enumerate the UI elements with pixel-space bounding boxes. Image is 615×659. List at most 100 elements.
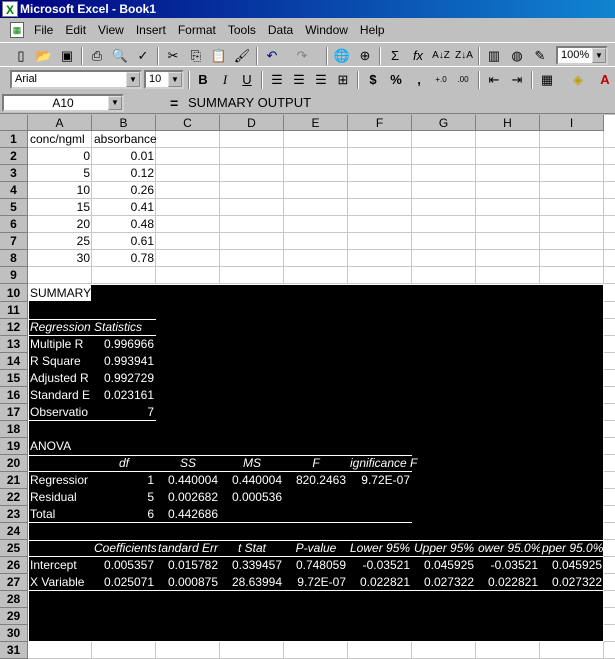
formula-input[interactable]: SUMMARY OUTPUT <box>188 95 311 110</box>
decrease-decimal-icon[interactable]: .00 <box>452 70 474 90</box>
column-header-b[interactable]: B <box>92 115 156 131</box>
row-header-1[interactable]: 1 <box>0 131 28 148</box>
cell-coef-value[interactable]: 0.005357 <box>92 557 156 574</box>
cell-header-conc[interactable]: conc/ngml <box>28 131 92 148</box>
cell-stat-value[interactable]: 0.996966 <box>92 336 156 353</box>
cell-stat-value[interactable]: 0.993941 <box>92 353 156 370</box>
cell-anova-value[interactable]: 0.000536 <box>220 489 284 506</box>
cell-conc[interactable]: 5 <box>28 165 92 182</box>
cell-stat-value[interactable]: 0.992729 <box>92 370 156 387</box>
cell-anova-header[interactable]: ignificance F <box>348 455 417 472</box>
cell-anova-value[interactable] <box>348 489 412 506</box>
decrease-indent-icon[interactable]: ⇤ <box>483 70 505 90</box>
cell-anova-label[interactable]: Residual <box>28 489 92 506</box>
menu-format[interactable]: Format <box>172 20 222 40</box>
row-header-11[interactable]: 11 <box>0 302 28 319</box>
row-header-30[interactable]: 30 <box>0 625 28 642</box>
menu-help[interactable]: Help <box>354 20 391 40</box>
cell-anova-value[interactable]: 5 <box>92 489 156 506</box>
cell-coef-value[interactable]: 0.025071 <box>92 574 156 591</box>
name-box[interactable]: A10 ▼ <box>2 94 124 112</box>
row-header-19[interactable]: 19 <box>0 438 28 455</box>
row-header-7[interactable]: 7 <box>0 233 28 250</box>
cell-coef-header[interactable]: ower 95.0% <box>476 540 540 557</box>
cell-coef-value[interactable]: 0.022821 <box>476 574 540 591</box>
cell-anova-header[interactable]: SS <box>156 455 220 472</box>
copy-icon[interactable]: ⎘ <box>185 46 207 66</box>
cell-anova-value[interactable]: 820.2463 <box>284 472 348 489</box>
column-header-d[interactable]: D <box>220 115 284 131</box>
sort-ascending-icon[interactable]: A↓Z <box>430 46 452 66</box>
cell-coef-value[interactable]: 9.72E-07 <box>284 574 348 591</box>
menu-tools[interactable]: Tools <box>222 20 262 40</box>
underline-button[interactable]: U <box>236 70 258 90</box>
row-header-15[interactable]: 15 <box>0 370 28 387</box>
cell-anova-title[interactable]: ANOVA <box>28 438 92 455</box>
paste-icon[interactable]: 📋 <box>208 46 230 66</box>
new-icon[interactable]: ▯ <box>10 46 32 66</box>
cell-coef-value[interactable]: 0.027322 <box>540 574 604 591</box>
menu-file[interactable]: File <box>28 20 59 40</box>
cell-stat-label[interactable]: Standard E <box>28 387 92 404</box>
format-painter-icon[interactable]: 🖌 <box>231 46 253 66</box>
cell-absorbance[interactable]: 0.26 <box>92 182 156 199</box>
zoom-select[interactable]: 100% ▼ <box>556 46 608 65</box>
cell-anova-header[interactable]: F <box>284 455 348 472</box>
row-header-31[interactable]: 31 <box>0 642 28 659</box>
cell-stat-value[interactable]: 7 <box>92 404 156 421</box>
increase-indent-icon[interactable]: ⇥ <box>506 70 528 90</box>
align-right-icon[interactable]: ☰ <box>310 70 332 90</box>
row-header-25[interactable]: 25 <box>0 540 28 557</box>
row-header-13[interactable]: 13 <box>0 336 28 353</box>
column-header-c[interactable]: C <box>156 115 220 131</box>
chevron-down-icon[interactable]: ▼ <box>108 96 122 110</box>
cell-absorbance[interactable]: 0.12 <box>92 165 156 182</box>
cell-coef-header[interactable]: pper 95.0% <box>540 540 604 557</box>
cell-coef-value[interactable]: 0.027322 <box>412 574 476 591</box>
column-header-h[interactable]: H <box>476 115 540 131</box>
row-header-26[interactable]: 26 <box>0 557 28 574</box>
cell-anova-value[interactable] <box>220 506 284 523</box>
cell-absorbance[interactable]: 0.01 <box>92 148 156 165</box>
cell-anova-value[interactable]: 0.442686 <box>156 506 220 523</box>
cell-coef-value[interactable]: 0.339457 <box>220 557 284 574</box>
cell-coef-value[interactable]: -0.03521 <box>476 557 540 574</box>
workbook-icon[interactable]: ▦ <box>10 22 24 38</box>
menu-view[interactable]: View <box>92 20 130 40</box>
increase-decimal-icon[interactable]: +.0 <box>430 70 452 90</box>
cell-coef-header[interactable]: tandard Err <box>156 540 220 557</box>
cell-anova-value[interactable]: 6 <box>92 506 156 523</box>
italic-button[interactable]: I <box>214 70 236 90</box>
cell-anova-value[interactable]: 0.440004 <box>156 472 220 489</box>
print-icon[interactable]: ⎙ <box>86 46 108 66</box>
row-header-10[interactable]: 10 <box>0 284 28 302</box>
bold-button[interactable]: B <box>192 70 214 90</box>
row-header-14[interactable]: 14 <box>0 353 28 370</box>
cell-coef-value[interactable]: 0.022821 <box>348 574 412 591</box>
font-color-icon[interactable]: A <box>594 70 615 90</box>
cell-stat-label[interactable]: Observatio <box>28 404 92 421</box>
drawing-icon[interactable]: ✎ <box>529 46 551 66</box>
formula-equals[interactable]: = <box>170 95 178 111</box>
cell-anova-value[interactable]: 0.002682 <box>156 489 220 506</box>
cell-coef-header[interactable]: P-value <box>284 540 348 557</box>
cell-regression-header[interactable]: Regression <box>28 319 92 336</box>
row-header-9[interactable]: 9 <box>0 267 28 284</box>
redo-icon[interactable]: ↷ <box>291 46 313 66</box>
column-header-i[interactable]: I <box>540 115 604 131</box>
cell-conc[interactable]: 25 <box>28 233 92 250</box>
web-toolbar-icon[interactable]: ⊕ <box>354 46 376 66</box>
cell-anova-header[interactable]: df <box>92 455 156 472</box>
cell-anova-value[interactable] <box>284 489 348 506</box>
align-left-icon[interactable]: ☰ <box>266 70 288 90</box>
chevron-down-icon[interactable]: ▼ <box>592 48 606 63</box>
column-header-e[interactable]: E <box>284 115 348 131</box>
fill-color-icon[interactable]: ◈ <box>567 70 589 90</box>
cell-conc[interactable]: 15 <box>28 199 92 216</box>
cell-anova-value[interactable] <box>348 506 412 523</box>
undo-icon[interactable]: ↶ <box>261 46 283 66</box>
worksheet-grid[interactable]: A B C D E F G H I 1 2 3 4 5 6 7 8 9 10 11 12 13 14 15 16 17 18 19 20… <box>0 115 615 659</box>
print-preview-icon[interactable]: 🔍 <box>109 46 131 66</box>
column-header-g[interactable]: G <box>412 115 476 131</box>
cell-stat-label[interactable]: R Square <box>28 353 92 370</box>
